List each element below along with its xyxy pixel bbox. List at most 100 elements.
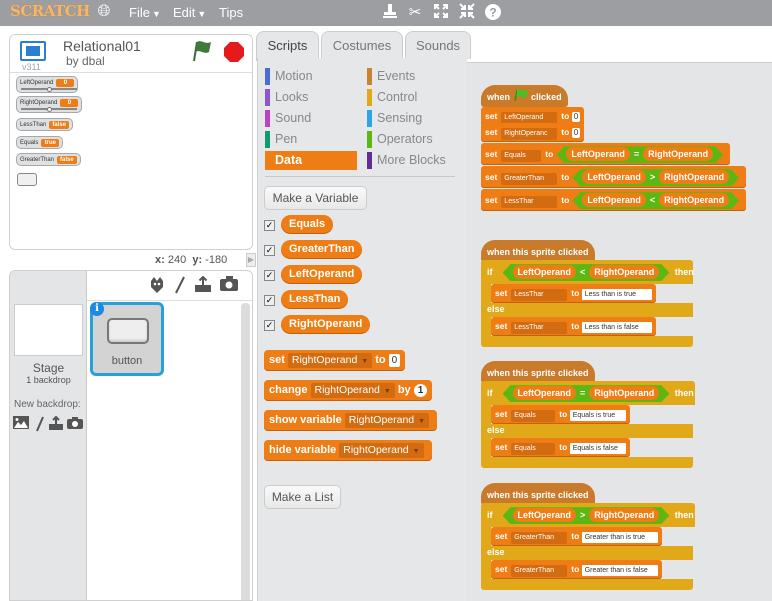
category-more-blocks[interactable]: More Blocks [367,151,467,170]
sprite-pane-scrollbar[interactable] [241,303,250,600]
set-block[interactable]: set LessThar to LeftOperand < RightOperand [481,189,747,211]
set-block[interactable]: set GreaterThan to LeftOperand > RightOperand [481,166,747,188]
category-operators[interactable]: Operators [367,130,459,149]
checkbox-icon[interactable]: ✓ [264,270,275,281]
category-control[interactable]: Control [367,88,459,107]
set-block[interactable]: set RightOperanc to 0 [481,123,585,142]
text-input[interactable]: Less than is false [581,322,652,333]
if-else-block[interactable]: if LeftOperand < RightOperand then set LessT… [481,260,694,347]
set-block[interactable]: set GreaterThan to Greater than is false [491,560,662,579]
upload-icon[interactable] [193,275,213,296]
slider-knob[interactable] [47,87,52,92]
variable-dropdown[interactable]: Equals [511,443,556,455]
variable-reporter[interactable]: RightOperand [659,193,729,207]
variable-reporter[interactable]: Equals [281,215,334,234]
paint-brush-icon[interactable] [170,276,190,296]
category-data[interactable]: Data [265,151,357,170]
variable-dropdown[interactable]: Equals [501,150,542,162]
set-variable-block[interactable]: set RightOperand ▼ to 0 [264,350,406,371]
variable-reporter[interactable]: RightOperand [659,170,729,184]
text-input[interactable]: Greater than is false [581,565,658,576]
category-sensing[interactable]: Sensing [367,109,459,128]
variable-dropdown[interactable]: RightOperand ▼ [287,353,373,368]
show-variable-block[interactable]: show variable RightOperand ▼ [264,410,438,431]
category-pen[interactable]: Pen [265,130,357,149]
variable-reporter[interactable]: LeftOperand [281,265,363,284]
text-input[interactable]: Equals is false [569,443,626,454]
checkbox-icon[interactable]: ✓ [264,220,275,231]
value-input[interactable]: 0 [388,354,401,367]
set-block[interactable]: set Equals to LeftOperand = RightOperand [481,143,731,165]
presentation-mode-icon[interactable] [20,41,46,61]
if-else-block[interactable]: if LeftOperand > RightOperand then set Great… [481,503,695,590]
monitor-greaterthan[interactable]: GreaterThan false [16,153,81,166]
variable-dropdown[interactable]: GreaterThan [501,173,558,185]
tab-sounds[interactable]: Sounds [405,31,471,59]
tab-scripts[interactable]: Scripts [256,31,319,61]
variable-dropdown[interactable]: LessThar [511,322,568,334]
text-input[interactable]: Greater than is true [581,532,658,543]
greater-than-operator-block[interactable]: LeftOperand > RightOperand [572,169,739,186]
variable-reporter[interactable]: LessThan [281,290,349,309]
monitor-equals[interactable]: Equals true [16,136,64,149]
variable-reporter[interactable]: RightOperand [281,315,371,334]
variable-reporter[interactable]: LeftOperand [582,193,646,207]
variable-reporter[interactable]: GreaterThan [281,240,363,259]
variable-dropdown[interactable]: RightOperand ▼ [310,383,395,398]
variable-dropdown[interactable]: GreaterThan [511,532,568,544]
make-variable-button[interactable]: Make a Variable [264,186,367,210]
value-input[interactable]: 0 [571,128,581,138]
equals-operator-block[interactable]: LeftOperand = RightOperand [556,146,723,163]
variable-reporter[interactable]: LeftOperand [513,265,577,279]
set-block[interactable]: set Equals to Equals is false [491,438,630,457]
value-input[interactable]: 1 [413,384,428,397]
grow-icon[interactable] [431,3,451,23]
shrink-icon[interactable] [457,3,477,23]
value-input[interactable]: 0 [571,112,581,122]
variable-dropdown[interactable]: RightOperanc [501,128,558,140]
variable-reporter[interactable]: LeftOperand [513,386,577,400]
text-input[interactable]: Less than is true [581,289,652,300]
category-motion[interactable]: Motion [265,67,357,86]
category-events[interactable]: Events [367,67,459,86]
set-block[interactable]: set Equals to Equals is true [491,405,630,424]
delete-scissors-icon[interactable]: ✂︎ [405,3,425,23]
when-sprite-clicked-hat[interactable]: when this sprite clicked [481,240,595,262]
checkbox-icon[interactable]: ✓ [264,320,275,331]
sprite-library-icon[interactable] [147,276,167,296]
variable-dropdown[interactable]: RightOperand ▼ [344,413,430,428]
stage-thumbnail[interactable] [14,304,83,356]
less-than-operator-block[interactable]: LeftOperand < RightOperand [572,192,739,209]
stage-collapse-arrow-icon[interactable]: ▶ [246,253,256,267]
file-menu[interactable]: File ▼ [129,5,161,20]
variable-dropdown[interactable]: LessThar [511,289,568,301]
camera-icon[interactable] [66,416,84,432]
variable-reporter[interactable]: LeftOperand [566,147,630,161]
tab-costumes[interactable]: Costumes [321,31,403,59]
checkbox-icon[interactable]: ✓ [264,295,275,306]
stop-icon[interactable] [223,41,245,63]
change-variable-block[interactable]: change RightOperand ▼ by 1 [264,380,433,401]
monitor-lessthan[interactable]: LessThan false [16,118,74,131]
variable-dropdown[interactable]: Equals [511,410,556,422]
help-icon[interactable]: ? [483,3,503,23]
language-globe-icon[interactable]: 🌐︎ [95,3,113,21]
set-block[interactable]: set GreaterThan to Greater than is true [491,527,662,546]
monitor-leftoperand[interactable]: LeftOperand 0 [16,76,79,93]
sprite-thumbnail-button[interactable]: button i [90,302,164,376]
when-flag-clicked-hat[interactable]: when clicked [481,85,568,107]
category-sound[interactable]: Sound [265,109,357,128]
category-looks[interactable]: Looks [265,88,357,107]
variable-reporter[interactable]: RightOperand [589,508,659,522]
backdrop-library-icon[interactable] [12,416,30,432]
variable-reporter[interactable]: RightOperand [589,386,659,400]
script-area[interactable]: when clicked set LeftOperand to 0 set Right… [467,62,772,601]
stage-button-sprite[interactable] [17,173,37,186]
text-input[interactable]: Equals is true [569,410,626,421]
if-else-block[interactable]: if LeftOperand = RightOperand then set Equal… [481,381,695,468]
tips-menu[interactable]: Tips [219,5,243,20]
when-sprite-clicked-hat[interactable]: when this sprite clicked [481,483,595,505]
camera-icon[interactable] [219,276,239,296]
variable-dropdown[interactable]: RightOperand ▼ [339,443,424,458]
variable-dropdown[interactable]: LessThar [501,196,558,208]
